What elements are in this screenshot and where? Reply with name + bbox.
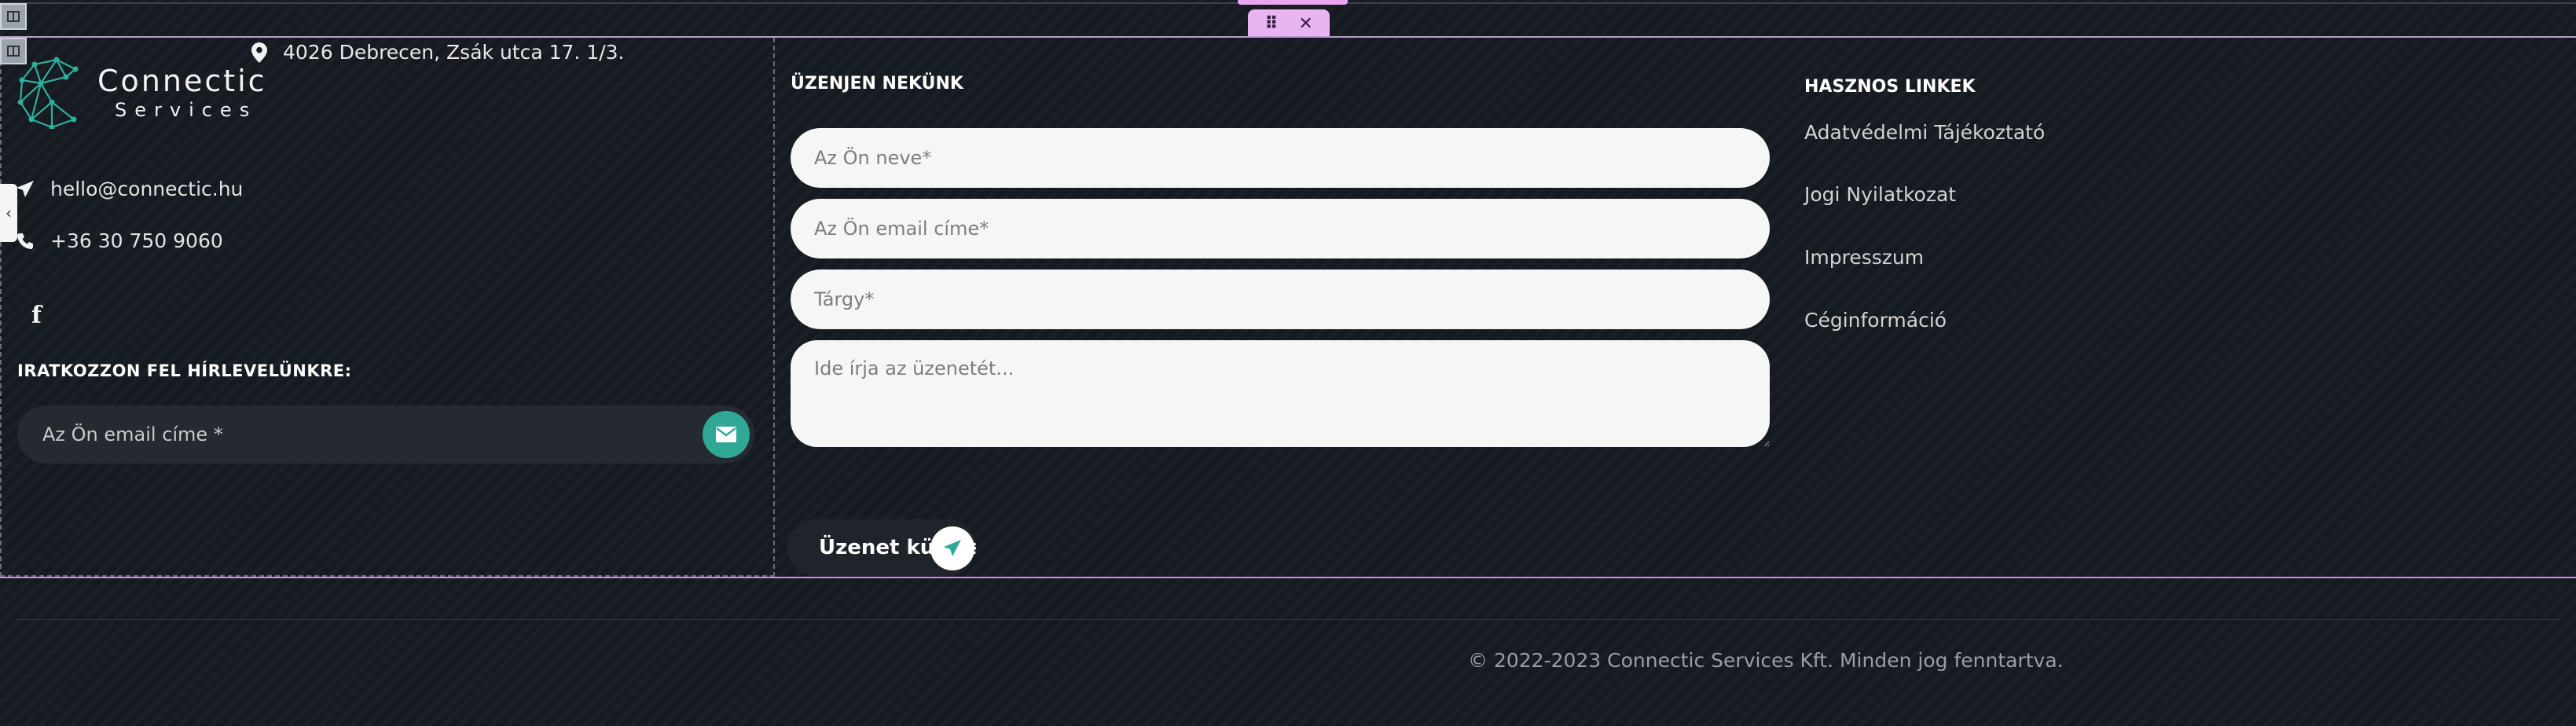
link-imprint[interactable]: Impresszum: [1804, 246, 1924, 269]
newsletter-subscribe-button[interactable]: [703, 411, 750, 458]
phone-row[interactable]: +36 30 750 9060: [16, 229, 223, 252]
logo-network-icon: [17, 57, 79, 129]
logo-subtitle: Services: [115, 99, 258, 121]
phone-icon: [17, 233, 33, 249]
message-textarea[interactable]: [791, 340, 1770, 447]
send-icon-button[interactable]: [930, 526, 974, 570]
footer-page: ⠿ ✕ ‹ 4026 Debrecen, Zsák utca 17. 1/3.: [0, 0, 2576, 726]
paper-plane-icon: [944, 540, 961, 556]
facebook-icon[interactable]: f: [31, 302, 42, 329]
paper-plane-icon: [17, 180, 34, 197]
address-row: 4026 Debrecen, Zsák utca 17. 1/3.: [251, 41, 625, 64]
copyright-text: © 2022-2023 Connectic Services Kft. Mind…: [1468, 649, 2064, 672]
logo-name: Connectic: [97, 64, 267, 98]
email-input[interactable]: [791, 199, 1770, 258]
panel-collapse-tab[interactable]: ‹: [0, 184, 17, 242]
link-legal-notice[interactable]: Jogi Nyilatkozat: [1804, 183, 1956, 206]
link-company-info[interactable]: Céginformáció: [1804, 309, 1947, 332]
columns-icon: [7, 46, 20, 57]
name-input[interactable]: [791, 128, 1770, 188]
email-text[interactable]: hello@connectic.hu: [50, 178, 243, 200]
envelope-icon: [716, 427, 736, 442]
contact-form-title: ÜZENJEN NEKÜNK: [791, 74, 963, 94]
editor-top-indicator: [1238, 0, 1348, 5]
drag-handle-icon[interactable]: ⠿: [1264, 14, 1278, 34]
footer-divider: [16, 619, 2560, 620]
chevron-left-icon: ‹: [6, 204, 12, 222]
company-logo[interactable]: Connectic Services: [17, 57, 267, 129]
columns-icon: [7, 11, 20, 22]
editor-section-handle[interactable]: ⠿ ✕: [1248, 9, 1330, 38]
subject-input[interactable]: [791, 270, 1770, 329]
close-icon[interactable]: ✕: [1298, 14, 1312, 34]
phone-text[interactable]: +36 30 750 9060: [50, 229, 223, 252]
email-row[interactable]: hello@connectic.hu: [16, 178, 243, 200]
link-privacy-policy[interactable]: Adatvédelmi Tájékoztató: [1804, 121, 2045, 144]
editor-column-toggle-button[interactable]: [0, 3, 27, 30]
newsletter-title: IRATKOZZON FEL HÍRLEVELÜNKRE:: [17, 361, 352, 380]
useful-links-title: HASZNOS LINKEK: [1804, 77, 1976, 97]
address-text: 4026 Debrecen, Zsák utca 17. 1/3.: [283, 41, 625, 64]
newsletter-email-input[interactable]: [17, 405, 754, 464]
